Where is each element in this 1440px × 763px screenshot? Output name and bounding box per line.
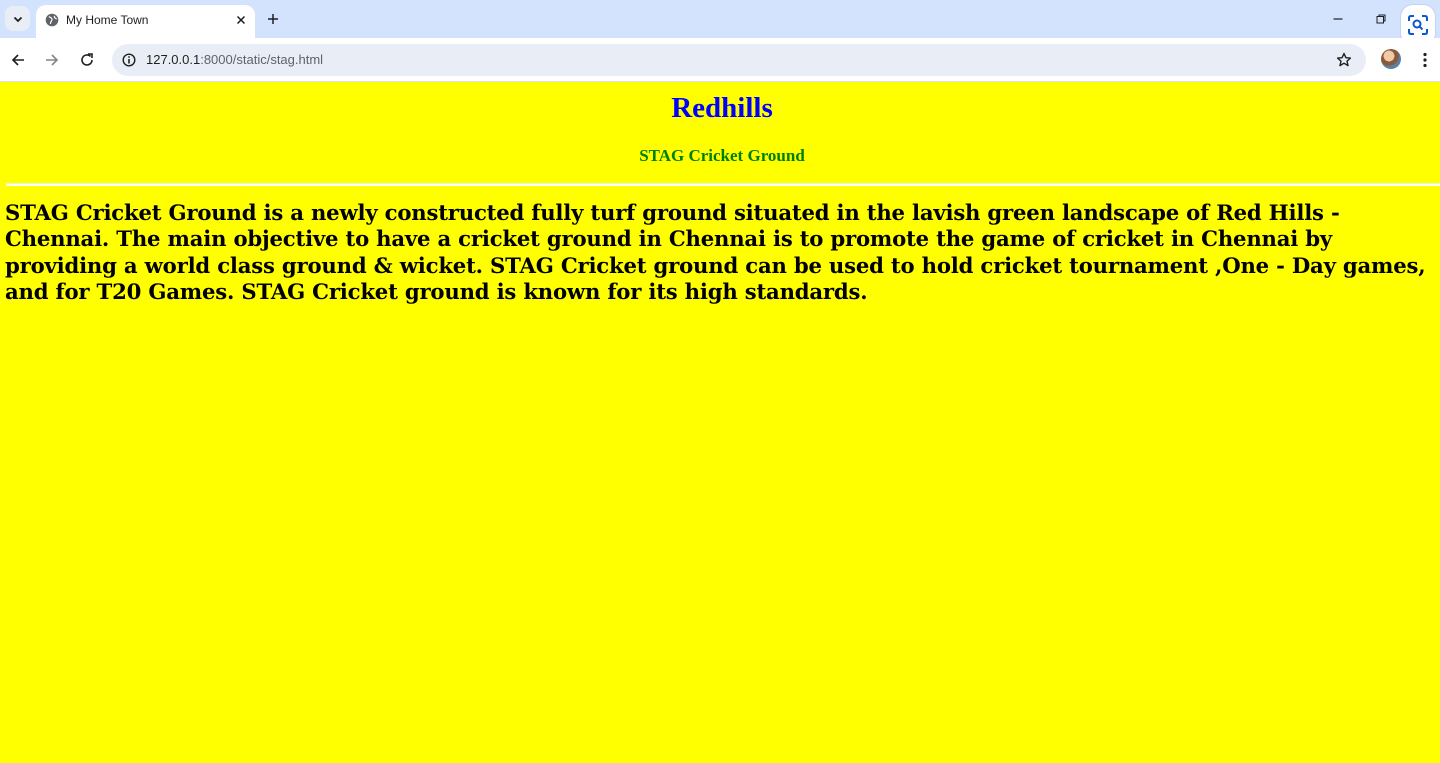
description-paragraph: STAG Cricket Ground is a newly construct…: [5, 200, 1426, 304]
close-icon: [236, 15, 246, 25]
url-host: 127.0.0.1: [146, 52, 201, 67]
url-path: :8000/static/stag.html: [200, 52, 324, 67]
reload-icon: [81, 53, 93, 66]
url-text[interactable]: 127.0.0.1:8000/static/stag.html: [146, 52, 323, 67]
new-tab-button[interactable]: [263, 9, 283, 29]
forward-button[interactable]: [41, 49, 63, 71]
lens-icon: [1408, 15, 1428, 35]
page-subtitle: STAG Cricket Ground: [639, 146, 805, 165]
minimize-icon: [1333, 18, 1343, 20]
page-title: Redhills: [671, 92, 773, 124]
info-icon: [122, 53, 136, 67]
tab-title: My Home Town: [66, 13, 149, 27]
chevron-down-icon: [13, 16, 22, 22]
bookmark-button[interactable]: [1334, 50, 1354, 70]
arrow-left-icon: [11, 54, 24, 66]
browser-toolbar: 127.0.0.1:8000/static/stag.html: [0, 38, 1440, 82]
tab-strip: My Home Town: [0, 0, 1440, 45]
page-content: Redhills STAG Cricket Ground STAG Cricke…: [0, 83, 1440, 763]
restore-icon: [1376, 14, 1386, 24]
restore-button[interactable]: [1371, 9, 1391, 29]
tab-close-button[interactable]: [232, 11, 250, 29]
minimize-button[interactable]: [1328, 9, 1348, 29]
browser-tab[interactable]: My Home Town: [36, 5, 255, 38]
plus-icon: [268, 14, 278, 24]
address-bar[interactable]: 127.0.0.1:8000/static/stag.html: [112, 44, 1366, 76]
star-icon: [1336, 52, 1352, 67]
horizontal-rule: [6, 183, 1440, 186]
arrow-right-icon: [46, 54, 59, 66]
profile-avatar[interactable]: [1381, 49, 1401, 69]
globe-icon: [45, 13, 59, 27]
more-vert-icon: [1423, 52, 1427, 68]
back-button[interactable]: [7, 49, 29, 71]
reload-button[interactable]: [76, 49, 98, 71]
site-info-button[interactable]: [120, 51, 138, 69]
tab-search-button[interactable]: [5, 6, 30, 31]
browser-menu-button[interactable]: [1416, 49, 1434, 71]
